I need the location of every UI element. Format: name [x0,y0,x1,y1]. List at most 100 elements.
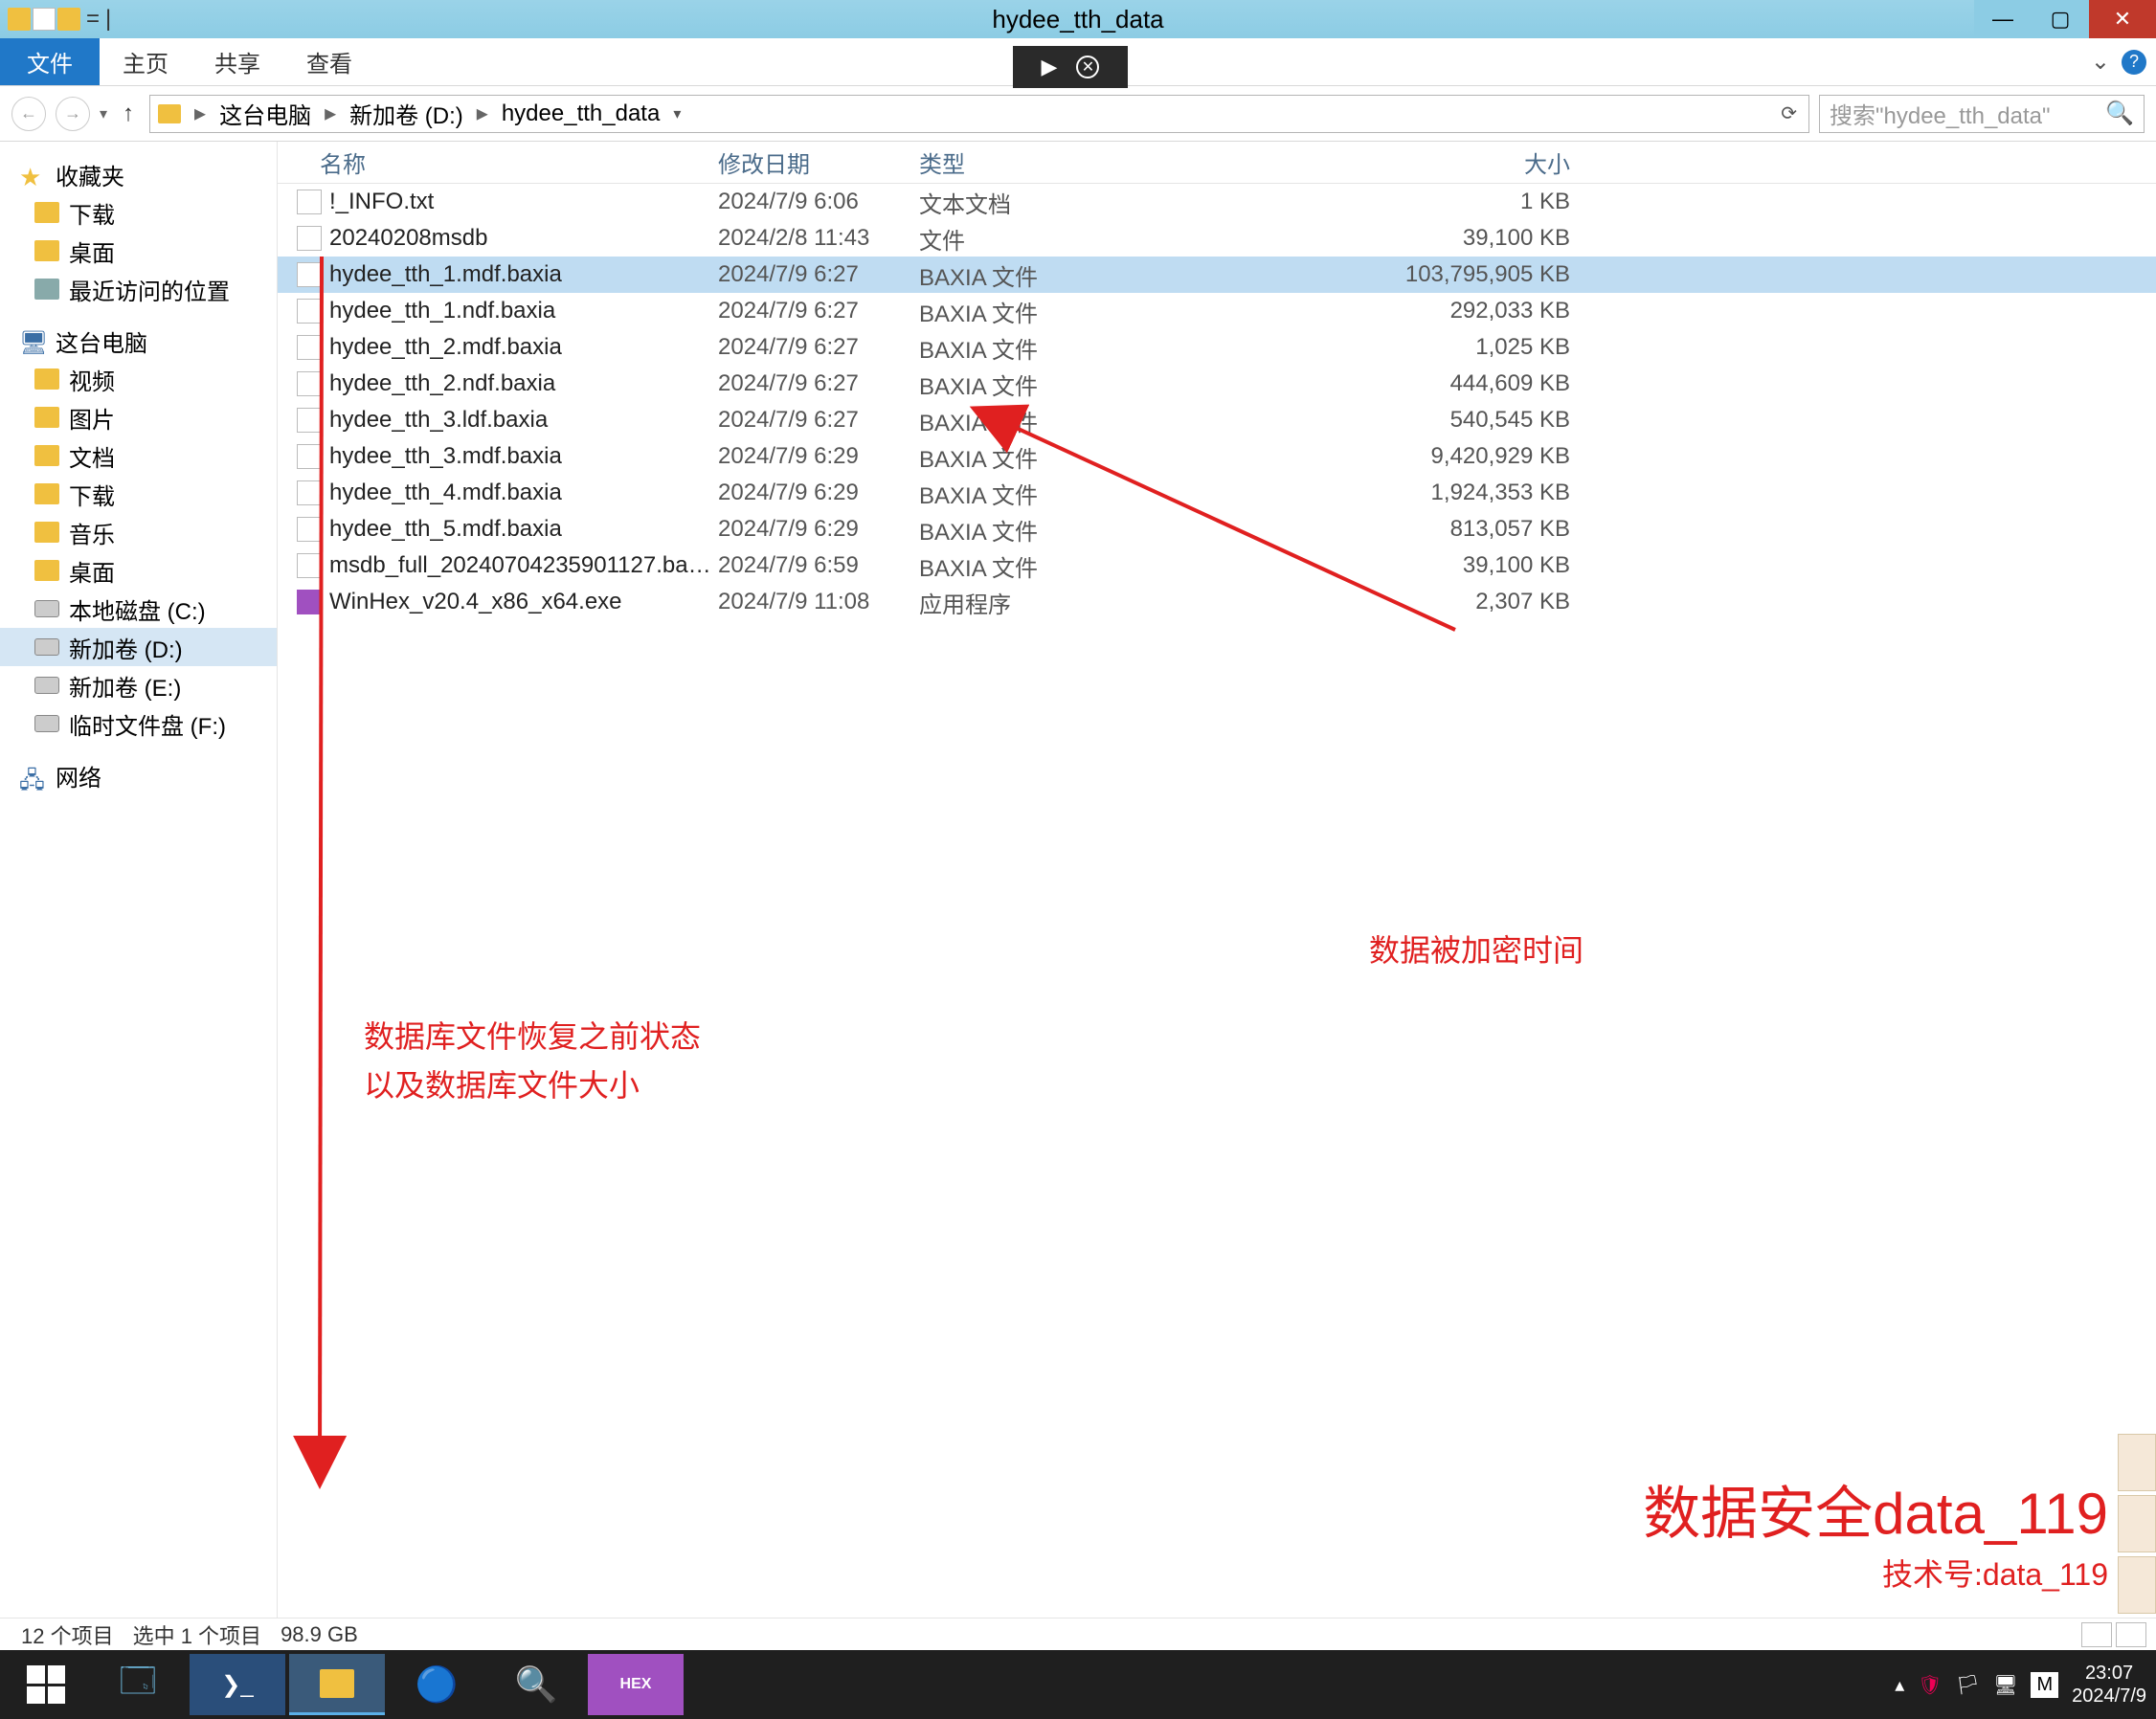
file-row[interactable]: WinHex_v20.4_x86_x64.exe2024/7/9 11:08应用… [278,584,2156,620]
file-date: 2024/7/9 6:29 [718,443,919,470]
side-tab-1[interactable] [2118,1434,2156,1491]
qat-separator: = [82,6,103,33]
tray-display-icon[interactable]: 🖥 [1993,1673,2017,1697]
file-row[interactable]: hydee_tth_4.mdf.baxia2024/7/9 6:29BAXIA … [278,475,2156,511]
column-size[interactable]: 大小 [1120,145,1589,179]
sidebar-item-music[interactable]: 音乐 [0,513,277,551]
sidebar-item-desktop[interactable]: 桌面 [0,232,277,270]
taskbar-chrome[interactable]: 🔵 [389,1654,484,1715]
file-row[interactable]: hydee_tth_3.ldf.baxia2024/7/9 6:27BAXIA … [278,402,2156,438]
breadcrumb-drive[interactable]: 新加卷 (D:) [349,97,463,130]
sidebar-item-drive-f[interactable]: 临时文件盘 (F:) [0,704,277,743]
sidebar: ★收藏夹 下载 桌面 最近访问的位置 🖥这台电脑 视频 图片 文档 下载 音乐 … [0,142,278,1642]
address-dropdown-icon[interactable]: ▾ [667,104,686,123]
file-name: hydee_tth_1.ndf.baxia [329,298,718,324]
sidebar-item-documents[interactable]: 文档 [0,436,277,475]
file-date: 2024/7/9 6:27 [718,370,919,397]
file-name: hydee_tth_4.mdf.baxia [329,480,718,506]
column-headers: 名称 修改日期 类型 大小 [278,142,2156,184]
sidebar-item-drive-d[interactable]: 新加卷 (D:) [0,628,277,666]
status-selection: 选中 1 个项目 [133,1619,261,1650]
close-icon[interactable]: ✕ [1076,56,1099,78]
tray-ime[interactable]: M [2031,1672,2058,1698]
recent-dropdown-icon[interactable]: ▾ [100,104,107,123]
ribbon-tab-share[interactable]: 共享 [191,38,283,85]
taskbar-everything[interactable]: 🔍 [488,1654,584,1715]
file-type: BAXIA 文件 [919,404,1120,437]
file-size: 103,795,905 KB [1120,261,1589,288]
sidebar-item-downloads[interactable]: 下载 [0,193,277,232]
breadcrumb-computer[interactable]: 这台电脑 [219,97,311,130]
sidebar-item-recent[interactable]: 最近访问的位置 [0,270,277,308]
file-row[interactable]: hydee_tth_2.ndf.baxia2024/7/9 6:27BAXIA … [278,366,2156,402]
taskbar-winhex[interactable]: HEX [588,1654,684,1715]
side-tab-2[interactable] [2118,1495,2156,1552]
maximize-button[interactable]: ▢ [2032,0,2089,38]
file-row[interactable]: hydee_tth_2.mdf.baxia2024/7/9 6:27BAXIA … [278,329,2156,366]
side-tab-3[interactable] [2118,1556,2156,1614]
column-name[interactable]: 名称 [297,145,718,179]
sidebar-item-pictures[interactable]: 图片 [0,398,277,436]
file-size: 1,924,353 KB [1120,480,1589,506]
file-type: BAXIA 文件 [919,440,1120,474]
taskbar-server-manager[interactable]: 🗔 [90,1654,186,1715]
file-row[interactable]: 20240208msdb2024/2/8 11:43文件39,100 KB [278,220,2156,257]
sidebar-item-desktop2[interactable]: 桌面 [0,551,277,590]
status-bar: 12 个项目 选中 1 个项目 98.9 GB [0,1618,2156,1650]
tray-flag-icon[interactable]: 🏳 [1956,1673,1980,1697]
forward-button[interactable]: → [56,97,90,131]
ribbon-tab-view[interactable]: 查看 [283,38,375,85]
tray-shield-icon[interactable]: 🛡 [1918,1673,1942,1697]
tray-up-icon[interactable]: ▴ [1895,1673,1904,1697]
column-type[interactable]: 类型 [919,145,1120,179]
sidebar-item-videos[interactable]: 视频 [0,360,277,398]
ribbon-tab-file[interactable]: 文件 [0,38,100,85]
column-date[interactable]: 修改日期 [718,145,919,179]
breadcrumb-folder[interactable]: hydee_tth_data [502,100,660,127]
close-button[interactable]: ✕ [2089,0,2156,38]
file-date: 2024/7/9 11:08 [718,589,919,615]
taskbar-explorer[interactable] [289,1654,385,1715]
file-row[interactable]: msdb_full_20240704235901127.bak.b...2024… [278,547,2156,584]
start-button[interactable] [6,1654,86,1715]
tray-clock[interactable]: 23:07 2024/7/9 [2072,1662,2146,1708]
floating-toolbar[interactable]: ▶ ✕ [1013,46,1128,88]
file-size: 813,057 KB [1120,516,1589,543]
sidebar-item-drive-c[interactable]: 本地磁盘 (C:) [0,590,277,628]
file-row[interactable]: hydee_tth_3.mdf.baxia2024/7/9 6:29BAXIA … [278,438,2156,475]
file-row[interactable]: hydee_tth_5.mdf.baxia2024/7/9 6:29BAXIA … [278,511,2156,547]
view-tiles-icon[interactable] [2116,1622,2146,1647]
file-row[interactable]: hydee_tth_1.mdf.baxia2024/7/9 6:27BAXIA … [278,257,2156,293]
sidebar-thispc-header[interactable]: 🖥这台电脑 [0,322,277,360]
file-name: WinHex_v20.4_x86_x64.exe [329,589,718,615]
address-bar[interactable]: ▸ 这台电脑 ▸ 新加卷 (D:) ▸ hydee_tth_data ▾ ⟳ [149,95,1809,133]
file-type: 文本文档 [919,186,1120,219]
ribbon-expand-icon[interactable]: ⌄ [2091,48,2110,76]
minimize-button[interactable]: — [1974,0,2032,38]
view-details-icon[interactable] [2081,1622,2112,1647]
file-size: 39,100 KB [1120,552,1589,579]
search-icon[interactable]: 🔍 [2105,100,2134,127]
sidebar-network-header[interactable]: 🖧网络 [0,756,277,794]
file-row[interactable]: !_INFO.txt2024/7/9 6:06文本文档1 KB [278,184,2156,220]
file-row[interactable]: hydee_tth_1.ndf.baxia2024/7/9 6:27BAXIA … [278,293,2156,329]
sidebar-favorites-header[interactable]: ★收藏夹 [0,155,277,193]
file-date: 2024/2/8 11:43 [718,225,919,252]
search-input[interactable]: 搜索"hydee_tth_data" 🔍 [1819,95,2145,133]
annotation-right: 数据被加密时间 [1369,926,1583,975]
ribbon-tab-home[interactable]: 主页 [100,38,191,85]
sidebar-item-downloads2[interactable]: 下载 [0,475,277,513]
back-button[interactable]: ← [11,97,46,131]
sidebar-thispc: 🖥这台电脑 视频 图片 文档 下载 音乐 桌面 本地磁盘 (C:) 新加卷 (D… [0,322,277,743]
sidebar-item-drive-e[interactable]: 新加卷 (E:) [0,666,277,704]
file-type: BAXIA 文件 [919,477,1120,510]
refresh-icon[interactable]: ⟳ [1777,101,1801,125]
file-size: 39,100 KB [1120,225,1589,252]
up-button[interactable]: ↑ [117,102,140,125]
file-type: BAXIA 文件 [919,549,1120,583]
taskbar-powershell[interactable]: ❯_ [190,1654,285,1715]
pin-icon[interactable]: ▶ [1042,55,1058,79]
status-size: 98.9 GB [281,1622,358,1647]
file-type: 应用程序 [919,586,1120,619]
help-icon[interactable]: ? [2122,50,2146,75]
